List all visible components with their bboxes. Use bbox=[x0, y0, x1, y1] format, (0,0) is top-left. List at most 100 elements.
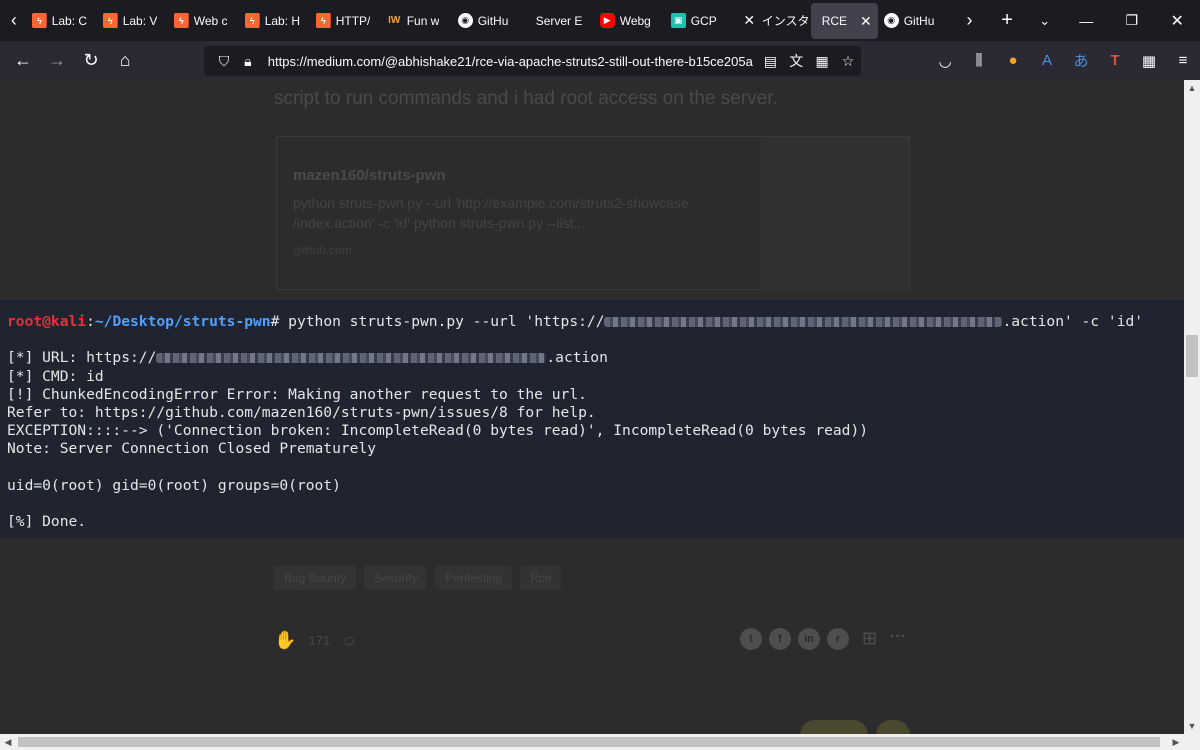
home-icon[interactable]: ⌂ bbox=[108, 41, 142, 80]
card-title: mazen160/struts-pwn bbox=[293, 167, 446, 184]
bookmark-star-icon[interactable]: ☆ bbox=[835, 53, 861, 70]
reader-view-icon[interactable]: ▤ bbox=[757, 53, 783, 70]
blank-icon bbox=[529, 13, 531, 28]
tab-strip: ϟ Lab: C ϟ Lab: V ϟ Web c ϟ Lab: H ϟ HTTP/IW Fun w… bbox=[28, 0, 951, 41]
tab-scroll-left-icon[interactable]: ‹ bbox=[0, 0, 28, 41]
minimize-icon[interactable]: — bbox=[1063, 0, 1109, 41]
tab-title: Web c bbox=[193, 13, 228, 28]
restore-icon[interactable]: ❐ bbox=[1109, 0, 1155, 41]
tab-12[interactable]: ◉ GitHu bbox=[880, 3, 951, 39]
lab-icon: ϟ bbox=[173, 13, 189, 28]
more-options-icon[interactable]: ··· bbox=[890, 628, 906, 646]
terminal-line: [%] Done. bbox=[7, 513, 87, 531]
tab-1[interactable]: ϟ Lab: V bbox=[99, 3, 170, 39]
linkedin-icon[interactable]: in bbox=[798, 628, 820, 650]
lab-icon: ϟ bbox=[315, 13, 331, 28]
card-description: python struts-pwn.py --url 'http://examp… bbox=[293, 195, 689, 231]
github-icon: ◉ bbox=[883, 13, 899, 28]
facebook-icon[interactable]: f bbox=[769, 628, 791, 650]
clap-button[interactable]: ✋ 171 bbox=[274, 630, 330, 651]
terminal-url-line: [*] URL: https://.action bbox=[7, 349, 608, 367]
horizontal-scroll-thumb[interactable] bbox=[18, 737, 1160, 747]
translate-icon[interactable]: 文 bbox=[783, 51, 809, 71]
grid-icon[interactable]: ▦ bbox=[809, 53, 835, 70]
translate-extension-icon[interactable]: A bbox=[1030, 41, 1064, 80]
close-tab-icon[interactable]: ✕ bbox=[860, 13, 872, 30]
terminal-line: [!] ChunkedEncodingError Error: Making a… bbox=[7, 385, 587, 403]
scroll-down-icon[interactable]: ▼ bbox=[1184, 718, 1200, 734]
tab-title: Fun w bbox=[406, 13, 440, 28]
back-icon[interactable]: ← bbox=[6, 41, 40, 80]
youtube-icon: ▶ bbox=[599, 13, 615, 28]
redacted-url bbox=[604, 317, 1003, 327]
blank-icon bbox=[815, 13, 817, 28]
card-thumbnail bbox=[761, 137, 909, 291]
new-tab-icon[interactable]: + bbox=[988, 0, 1026, 41]
url-text[interactable]: https://medium.com/@abhishake21/rce-via-… bbox=[268, 54, 758, 69]
toolbar-extensions: ◡ ⫼ ● A あ T ▦ ≡ bbox=[928, 41, 1200, 80]
tab-title: Lab: H bbox=[264, 13, 301, 28]
tag-chip[interactable]: Rce bbox=[520, 566, 562, 590]
tab-title: GitHu bbox=[477, 13, 509, 28]
card-source: github.com bbox=[293, 243, 352, 257]
close-window-icon[interactable]: ✕ bbox=[1154, 0, 1200, 41]
vertical-scrollbar[interactable]: ▲ ▼ bbox=[1184, 80, 1200, 734]
tab-title: インスタ bbox=[761, 14, 808, 28]
tag-list: Bug Bounty Security Pentesting Rce bbox=[274, 566, 562, 590]
tab-9[interactable]: ▣ GCP bbox=[667, 3, 738, 39]
lock-icon[interactable]: 🔒︎ bbox=[236, 53, 260, 70]
bottom-button-small[interactable] bbox=[876, 720, 910, 734]
t-extension-icon[interactable]: T bbox=[1098, 41, 1132, 80]
tab-10[interactable]: ✕ インスタ bbox=[738, 3, 809, 39]
iw-icon: IW bbox=[388, 15, 401, 26]
terminal-line: uid=0(root) gid=0(root) groups=0(root) bbox=[7, 476, 341, 494]
tab-title: Lab: V bbox=[122, 13, 158, 28]
tracking-protection-icon[interactable]: ⛉ bbox=[212, 53, 236, 70]
tag-chip[interactable]: Bug Bounty bbox=[274, 566, 357, 590]
translate-extension-2-icon[interactable]: あ bbox=[1064, 41, 1098, 80]
link-preview-card[interactable]: mazen160/struts-pwn python struts-pwn.py… bbox=[276, 136, 910, 291]
tag-chip[interactable]: Security bbox=[364, 566, 428, 590]
tab-6[interactable]: ◉ GitHu bbox=[454, 3, 525, 39]
tab-title: GitHu bbox=[903, 13, 935, 28]
vertical-scroll-thumb[interactable] bbox=[1186, 335, 1198, 377]
gcp-icon: ▣ bbox=[670, 13, 686, 28]
tab-11[interactable]: RCE ✕ bbox=[810, 2, 878, 39]
scrollbar-corner bbox=[1184, 734, 1200, 750]
tab-0[interactable]: ϟ Lab: C bbox=[28, 3, 99, 39]
list-all-tabs-icon[interactable]: ⌄ bbox=[1026, 0, 1064, 41]
library-icon[interactable]: ⫼ bbox=[962, 41, 996, 80]
comment-icon[interactable]: ○ bbox=[343, 630, 355, 653]
bookmark-icon[interactable]: ⊞ bbox=[862, 628, 877, 649]
forward-icon[interactable]: → bbox=[40, 41, 74, 80]
github-icon: ◉ bbox=[457, 13, 473, 28]
terminal-screenshot: root@kali:~/Desktop/struts-pwn# python s… bbox=[0, 300, 1184, 538]
tab-3[interactable]: ϟ Lab: H bbox=[241, 3, 312, 39]
scroll-left-icon[interactable]: ◀ bbox=[0, 734, 16, 750]
tab-title: Lab: C bbox=[51, 13, 88, 28]
tab-title: GCP bbox=[690, 13, 717, 28]
address-bar[interactable]: ⛉ 🔒︎ https://medium.com/@abhishake21/rce… bbox=[204, 46, 861, 76]
bottom-button[interactable] bbox=[800, 720, 868, 734]
tab-bar: ‹ ϟ Lab: C ϟ Lab: V ϟ Web c ϟ Lab: H ϟ HTTP/IW Fun… bbox=[0, 0, 1200, 41]
tab-4[interactable]: ϟ HTTP/ bbox=[312, 3, 383, 39]
reload-icon[interactable]: ↻ bbox=[74, 41, 108, 80]
reddit-icon[interactable]: r bbox=[827, 628, 849, 650]
lab-icon: ϟ bbox=[102, 13, 118, 28]
tab-5[interactable]: IW Fun w bbox=[383, 3, 454, 39]
twitter-icon[interactable]: t bbox=[740, 628, 762, 650]
tag-chip[interactable]: Pentesting bbox=[435, 566, 513, 590]
tab-scroll-right-icon[interactable]: › bbox=[951, 0, 989, 41]
extensions-icon[interactable]: ▦ bbox=[1132, 41, 1166, 80]
tab-7[interactable]: Server Erro bbox=[525, 3, 596, 39]
terminal-line: [*] CMD: id bbox=[7, 367, 104, 385]
local-extension-icon[interactable]: ● bbox=[996, 41, 1030, 80]
tab-2[interactable]: ϟ Web c bbox=[170, 3, 241, 39]
scroll-up-icon[interactable]: ▲ bbox=[1184, 80, 1200, 96]
menu-icon[interactable]: ≡ bbox=[1166, 41, 1200, 80]
tab-8[interactable]: ▶ Webg bbox=[596, 3, 667, 39]
pocket-icon[interactable]: ◡ bbox=[928, 41, 962, 80]
scroll-right-icon[interactable]: ▶ bbox=[1168, 734, 1184, 750]
clap-icon[interactable]: ✋ bbox=[274, 630, 296, 651]
horizontal-scrollbar[interactable]: ◀ ▶ bbox=[0, 734, 1200, 750]
